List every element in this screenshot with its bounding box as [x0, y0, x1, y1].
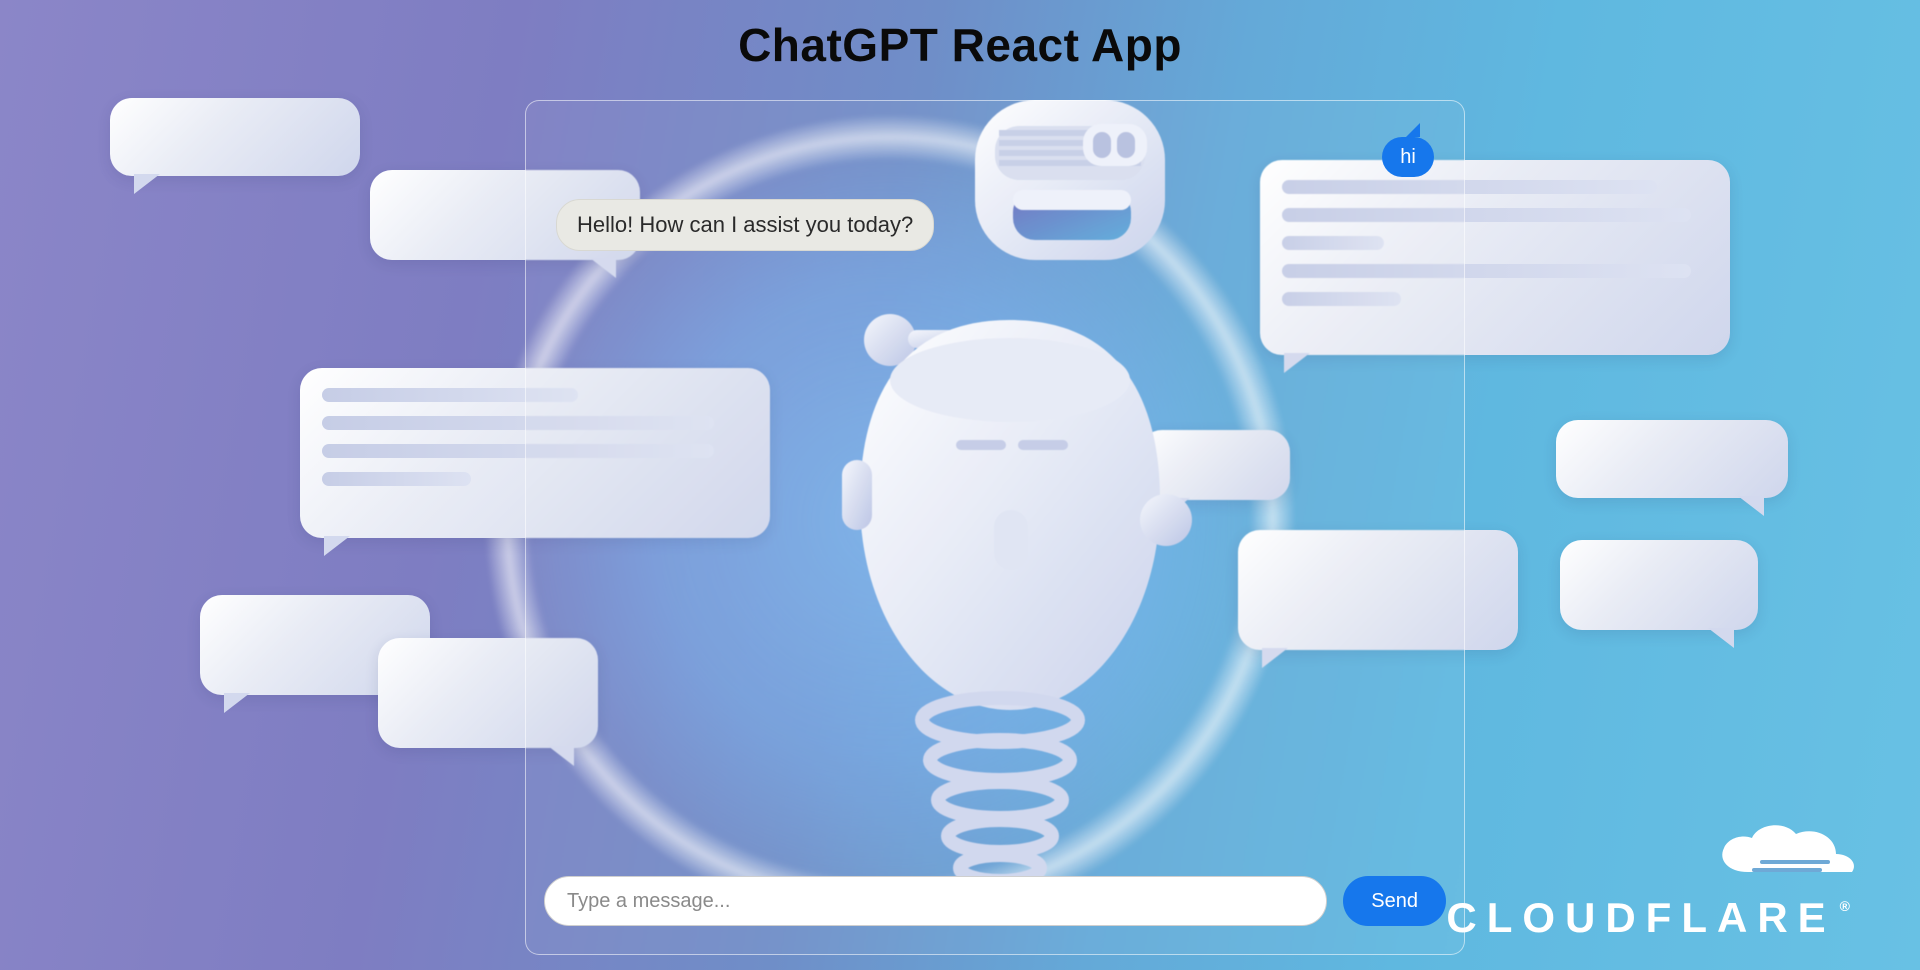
brand-name: CLOUDFLARE	[1446, 894, 1835, 942]
decor-bubble	[1556, 420, 1788, 498]
user-message: hi	[1382, 137, 1434, 177]
cloudflare-logo: CLOUDFLARE ®	[1446, 818, 1860, 942]
chat-body: hi Hello! How can I assist you today?	[526, 101, 1464, 866]
chat-input-bar: Send	[544, 866, 1446, 936]
decor-bubble	[1560, 540, 1758, 630]
decor-bubble	[110, 98, 360, 176]
page-title: ChatGPT React App	[0, 18, 1920, 72]
chat-window: hi Hello! How can I assist you today? Se…	[525, 100, 1465, 955]
cloud-icon	[1710, 818, 1860, 888]
message-input[interactable]	[544, 876, 1327, 926]
bot-message: Hello! How can I assist you today?	[556, 199, 934, 251]
send-button[interactable]: Send	[1343, 876, 1446, 926]
registered-mark: ®	[1840, 898, 1860, 914]
